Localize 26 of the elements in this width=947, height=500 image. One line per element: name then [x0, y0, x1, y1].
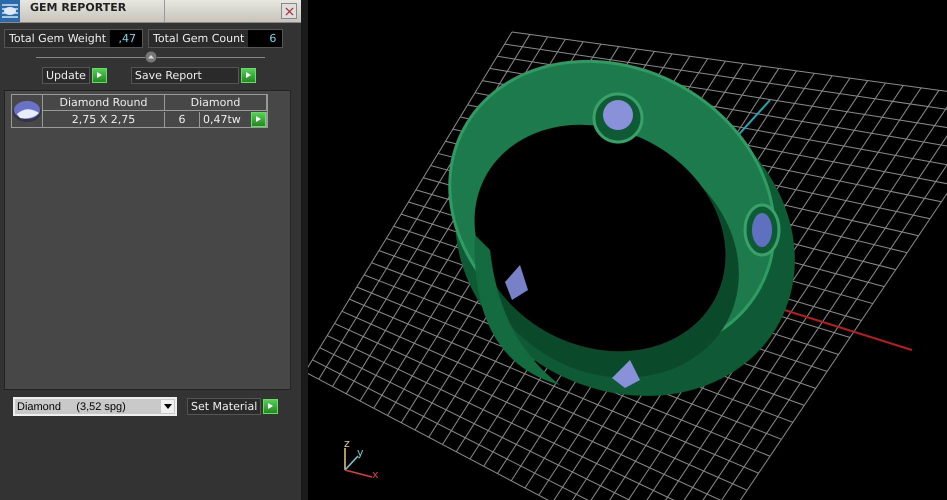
gem-list-icon — [0, 0, 20, 22]
axis-label: y — [357, 446, 364, 459]
play-icon[interactable] — [92, 68, 107, 83]
collapse-handle-icon[interactable] — [144, 51, 156, 63]
gem-size: 2,75 X 2,75 — [43, 112, 165, 126]
dropdown-arrow-icon — [164, 404, 172, 409]
close-button[interactable] — [281, 3, 297, 19]
stat-label: Total Gem Weight — [5, 30, 110, 47]
play-icon[interactable] — [240, 68, 256, 83]
stat-label: Total Gem Count — [149, 30, 248, 47]
action-button[interactable]: Update — [42, 67, 90, 84]
material-dropdown[interactable]: Diamond (3,52 spg) — [13, 397, 177, 416]
stat-value: ,47 — [110, 30, 142, 47]
axis-label: z — [344, 437, 350, 450]
axis-label: x — [372, 468, 379, 481]
set-material-button[interactable]: Set Material — [187, 398, 262, 415]
play-icon[interactable] — [251, 112, 266, 126]
gem-name: Diamond Round — [43, 95, 165, 111]
close-icon — [284, 6, 294, 16]
play-icon[interactable] — [263, 399, 278, 414]
stat-value: 6 — [248, 30, 282, 47]
gem-material: Diamond — [165, 95, 267, 111]
window-title: GEM REPORTER — [29, 0, 128, 16]
gem-weight: 0,47tw — [203, 112, 241, 126]
action-button[interactable]: Save Report — [130, 67, 239, 84]
gem-count: 6 — [165, 112, 200, 126]
